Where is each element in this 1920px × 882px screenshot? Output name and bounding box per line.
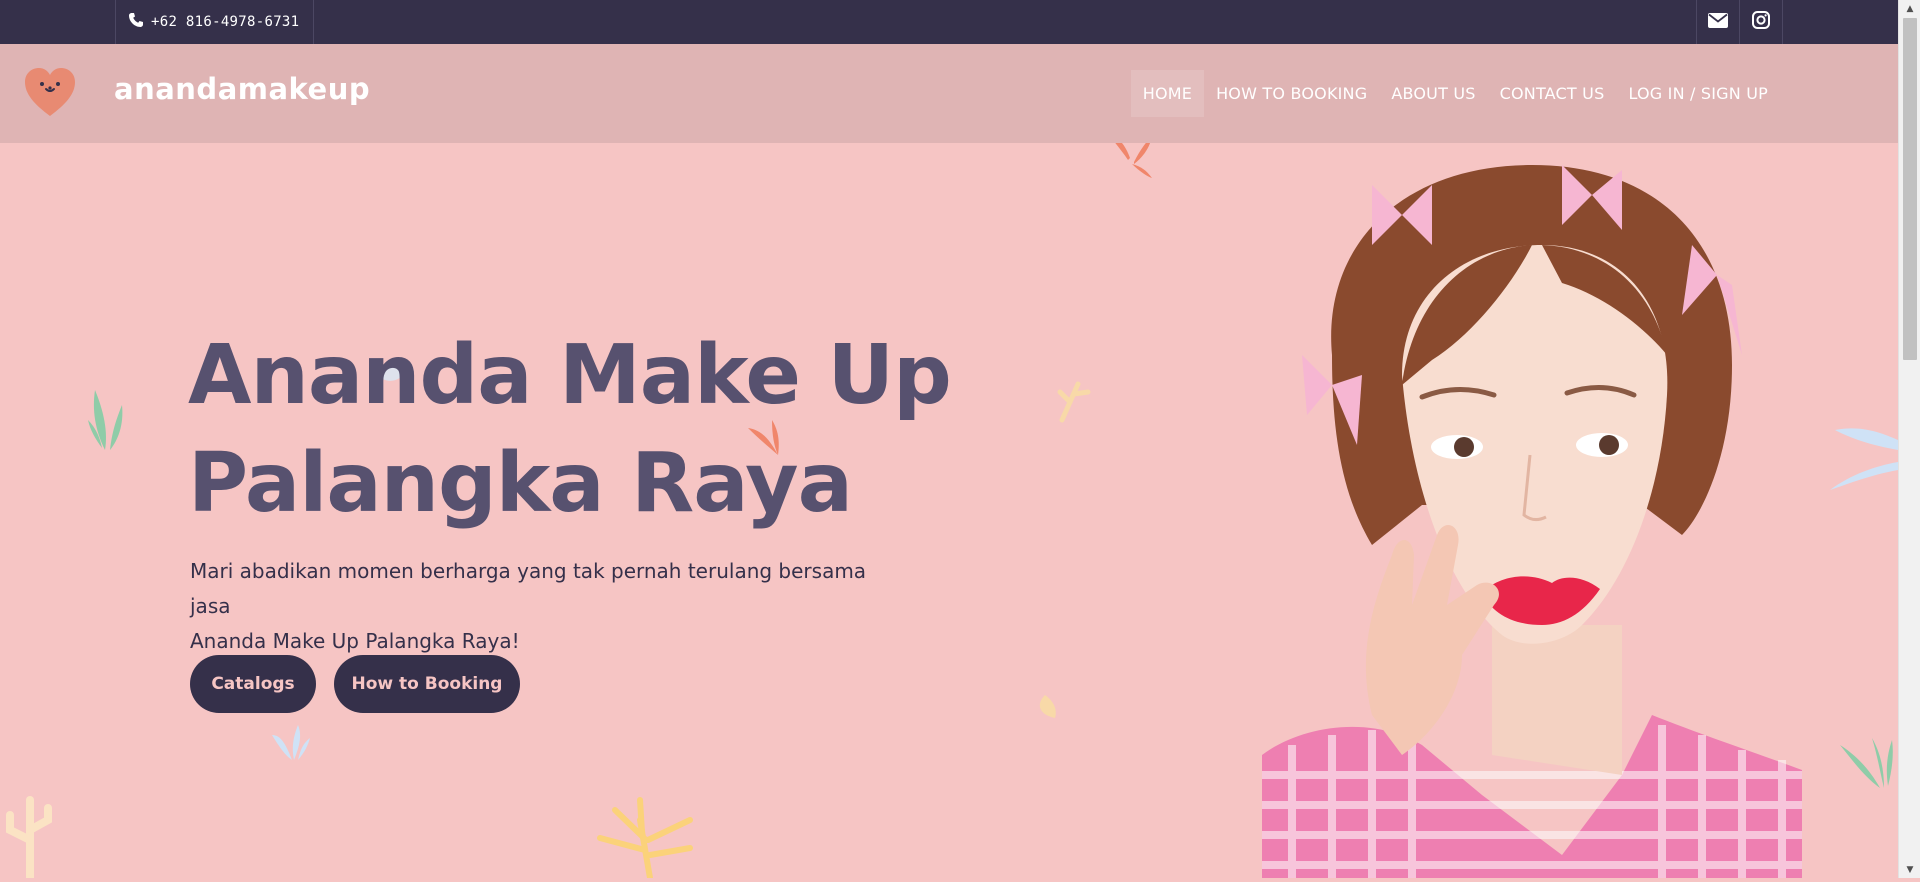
- nav-home[interactable]: HOME: [1130, 70, 1205, 117]
- phone-contact[interactable]: +62 816-4978-6731: [115, 0, 315, 44]
- nav-login-signup[interactable]: LOG IN / SIGN UP: [1616, 70, 1780, 117]
- scrollbar-thumb[interactable]: [1903, 18, 1917, 360]
- nav-how-to-booking[interactable]: HOW TO BOOKING: [1204, 70, 1379, 117]
- brand-name[interactable]: anandamakeup: [114, 72, 370, 106]
- heart-logo-icon[interactable]: [22, 64, 78, 120]
- phone-number: +62 816-4978-6731: [151, 14, 300, 30]
- scroll-down-icon[interactable]: ▼: [1899, 861, 1920, 878]
- page-scrollbar[interactable]: ▲ ▼: [1898, 0, 1920, 878]
- hero-text-line1: Mari abadikan momen berharga yang tak pe…: [190, 559, 867, 618]
- hero-title-line1: Ananda Make Up: [188, 328, 952, 423]
- main-nav: HOME HOW TO BOOKING ABOUT US CONTACT US …: [1130, 70, 1780, 117]
- hero-portrait-image: [1262, 155, 1802, 878]
- catalogs-button[interactable]: Catalogs: [190, 655, 316, 713]
- phone-icon: [128, 12, 144, 32]
- instagram-link[interactable]: [1740, 0, 1783, 44]
- hero-title-line2: Palangka Raya: [188, 436, 853, 531]
- instagram-icon: [1752, 11, 1770, 33]
- nav-contact-us[interactable]: CONTACT US: [1488, 70, 1617, 117]
- social-links: [1696, 0, 1783, 44]
- how-to-booking-button[interactable]: How to Booking: [334, 655, 520, 713]
- hero-text-line2: Ananda Make Up Palangka Raya!: [190, 629, 520, 653]
- site-header: anandamakeup HOME HOW TO BOOKING ABOUT U…: [0, 44, 1898, 143]
- email-link[interactable]: [1697, 0, 1740, 44]
- top-bar: +62 816-4978-6731: [0, 0, 1898, 44]
- hero-description: Mari abadikan momen berharga yang tak pe…: [190, 554, 890, 659]
- scroll-up-icon[interactable]: ▲: [1899, 0, 1920, 17]
- envelope-icon: [1708, 12, 1728, 32]
- hero-title: Ananda Make Up Palangka Raya: [188, 322, 952, 538]
- nav-about-us[interactable]: ABOUT US: [1379, 70, 1487, 117]
